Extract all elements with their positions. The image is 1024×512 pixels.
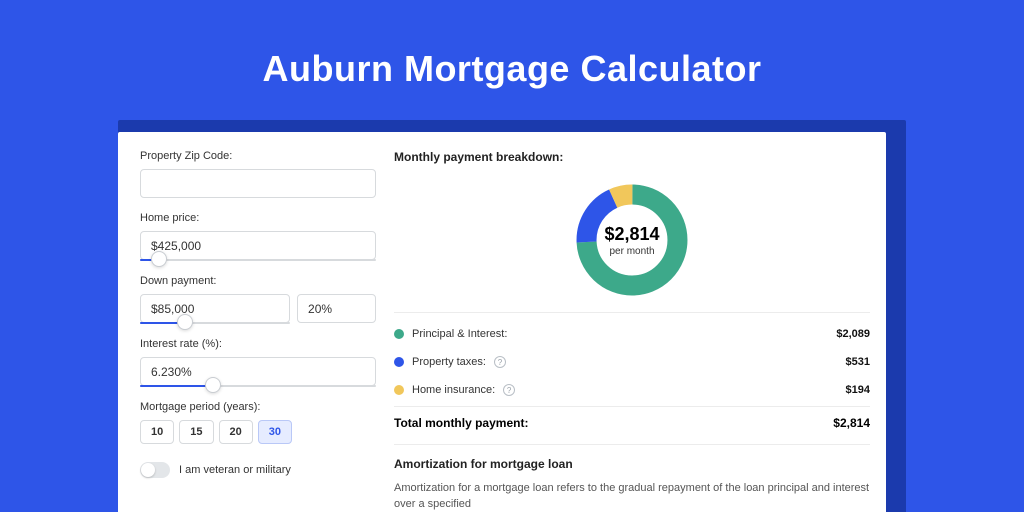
legend-value: $2,089 (836, 328, 870, 340)
legend-value: $194 (846, 384, 870, 396)
calculator-backdrop: Property Zip Code: Home price: Down paym… (118, 120, 906, 512)
veteran-toggle-knob (141, 463, 155, 477)
legend-label: Home insurance: (412, 384, 495, 396)
legend-row-tax: Property taxes: ? $531 (394, 348, 870, 376)
interest-input[interactable] (140, 357, 376, 386)
interest-slider-thumb[interactable] (205, 377, 221, 393)
dot-icon (394, 329, 404, 339)
interest-slider-fill (140, 385, 213, 387)
home-price-slider[interactable] (140, 259, 376, 261)
legend-row-ins: Home insurance: ? $194 (394, 376, 870, 404)
legend: Principal & Interest: $2,089 Property ta… (394, 312, 870, 430)
veteran-toggle[interactable] (140, 462, 170, 478)
period-group: 10 15 20 30 (140, 420, 376, 444)
veteran-label: I am veteran or military (179, 464, 291, 476)
down-payment-input[interactable] (140, 294, 290, 323)
interest-label: Interest rate (%): (140, 338, 376, 350)
veteran-row: I am veteran or military (140, 462, 376, 478)
help-icon[interactable]: ? (503, 384, 515, 396)
down-payment-slider[interactable] (140, 322, 290, 324)
legend-total-row: Total monthly payment: $2,814 (394, 406, 870, 430)
legend-label: Property taxes: (412, 356, 486, 368)
breakdown-title: Monthly payment breakdown: (394, 150, 870, 164)
interest-slider[interactable] (140, 385, 376, 387)
down-payment-wrap (140, 294, 290, 324)
dot-icon (394, 357, 404, 367)
period-label: Mortgage period (years): (140, 401, 376, 413)
home-price-wrap: Home price: (140, 212, 376, 261)
breakdown-column: Monthly payment breakdown: $2,814 per mo… (376, 132, 886, 512)
period-btn-15[interactable]: 15 (179, 420, 213, 444)
donut-wrap: $2,814 per month (394, 174, 870, 312)
down-payment-label: Down payment: (140, 275, 376, 287)
amort-title: Amortization for mortgage loan (394, 457, 870, 471)
donut-sub: per month (609, 246, 654, 257)
down-payment-slider-thumb[interactable] (177, 314, 193, 330)
legend-row-pi: Principal & Interest: $2,089 (394, 320, 870, 348)
home-price-input[interactable] (140, 231, 376, 260)
donut-amount: $2,814 (604, 224, 659, 245)
down-payment-pct-input[interactable] (297, 294, 376, 323)
donut-center: $2,814 per month (572, 180, 692, 300)
home-price-label: Home price: (140, 212, 376, 224)
period-btn-10[interactable]: 10 (140, 420, 174, 444)
form-column: Property Zip Code: Home price: Down paym… (118, 132, 376, 512)
amort-text: Amortization for a mortgage loan refers … (394, 481, 870, 512)
dot-icon (394, 385, 404, 395)
down-payment-pct-wrap (297, 294, 376, 324)
home-price-slider-thumb[interactable] (151, 251, 167, 267)
period-btn-30[interactable]: 30 (258, 420, 292, 444)
interest-wrap: Interest rate (%): (140, 338, 376, 387)
zip-field-wrap: Property Zip Code: (140, 150, 376, 198)
legend-total-label: Total monthly payment: (394, 416, 528, 430)
zip-input[interactable] (140, 169, 376, 198)
donut-chart: $2,814 per month (572, 180, 692, 300)
amort-section: Amortization for mortgage loan Amortizat… (394, 444, 870, 512)
period-btn-20[interactable]: 20 (219, 420, 253, 444)
legend-total-value: $2,814 (833, 416, 870, 430)
help-icon[interactable]: ? (494, 356, 506, 368)
legend-value: $531 (846, 356, 870, 368)
page-title: Auburn Mortgage Calculator (0, 48, 1024, 90)
zip-label: Property Zip Code: (140, 150, 376, 162)
legend-label: Principal & Interest: (412, 328, 507, 340)
calculator-panel: Property Zip Code: Home price: Down paym… (118, 132, 886, 512)
